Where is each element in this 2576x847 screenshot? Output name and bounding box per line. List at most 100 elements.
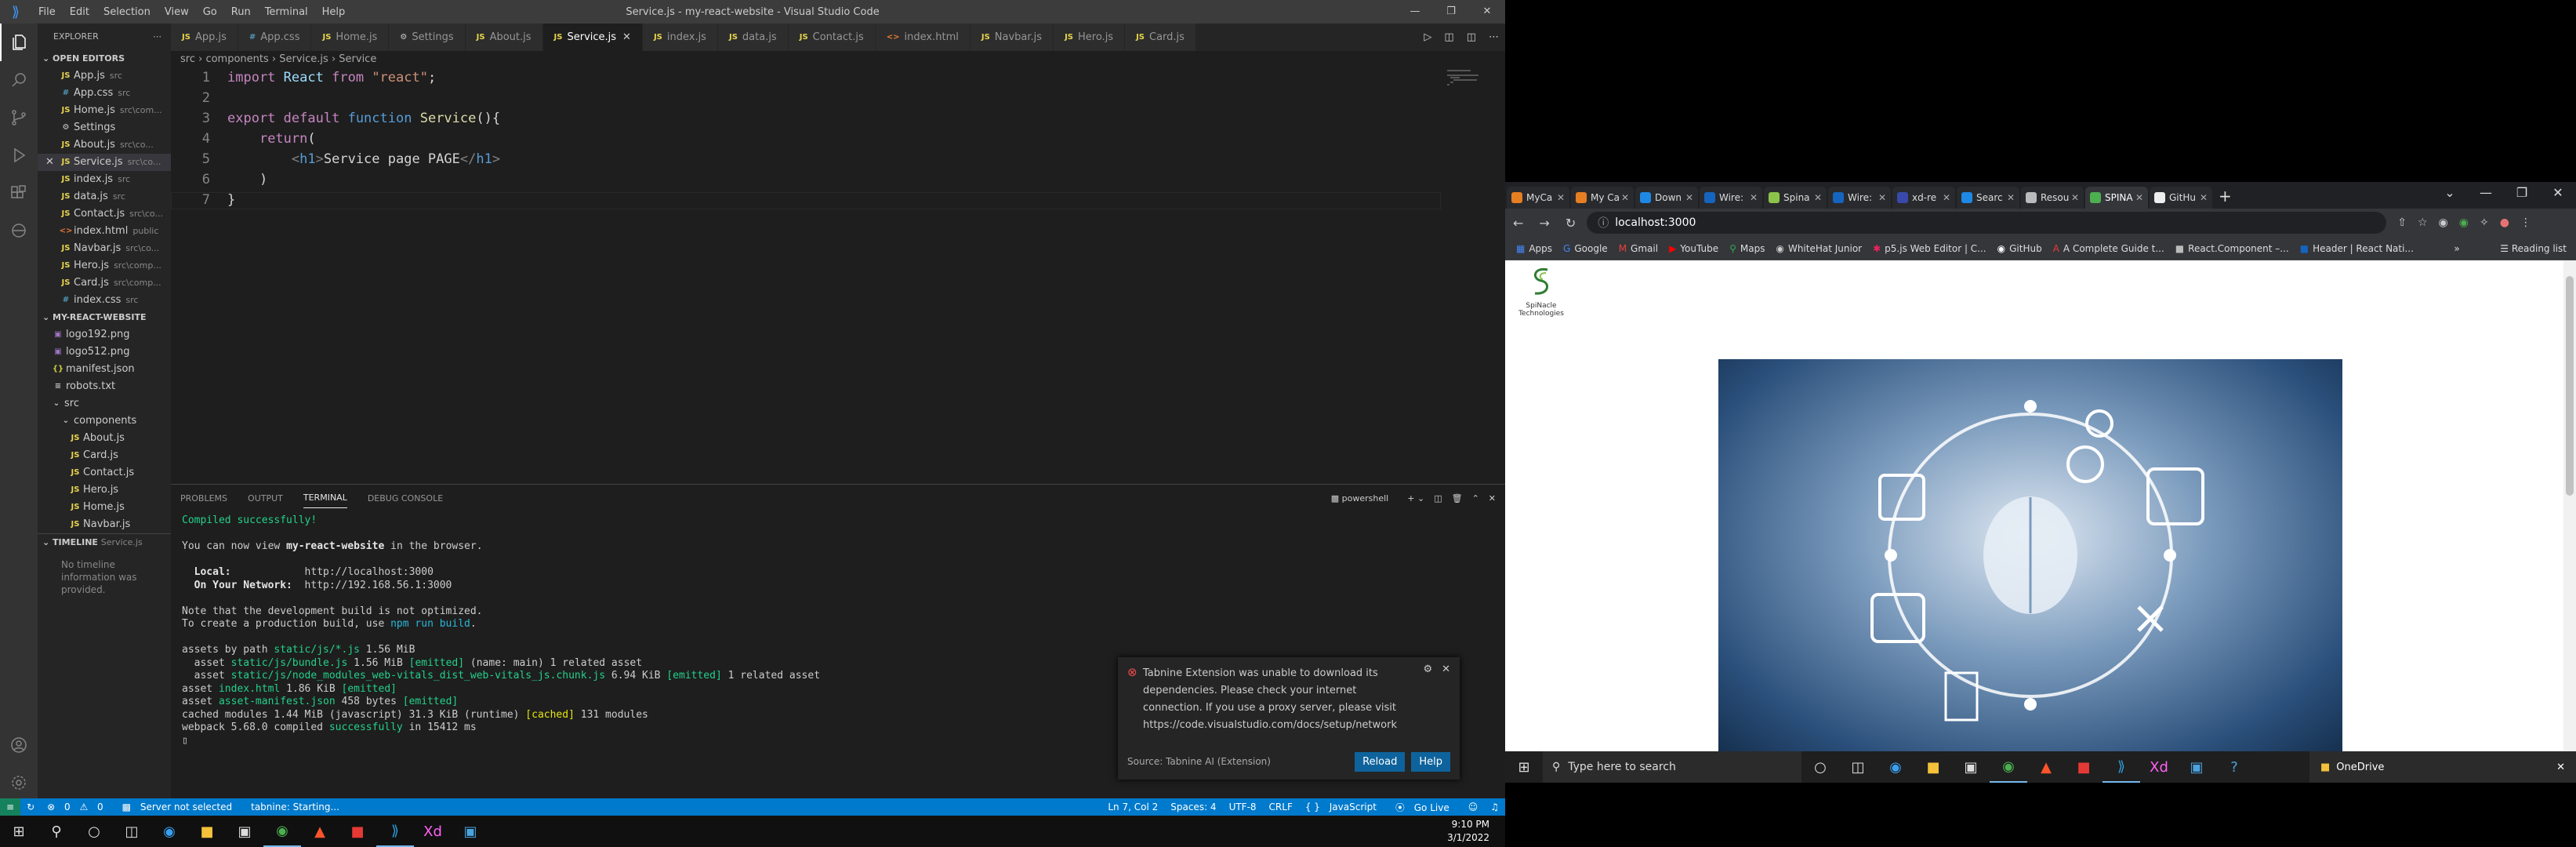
bookmark-item[interactable]: ✱ p5.js Web Editor | C... (1873, 243, 1986, 254)
store-icon[interactable]: ▣ (226, 816, 263, 847)
tab-home-js[interactable]: JS Home.js (311, 24, 390, 51)
close-icon[interactable]: ✕ (1442, 663, 1450, 675)
open-editor-item[interactable]: # index.css src (38, 292, 171, 309)
browser-tab[interactable]: Searc ✕ (1957, 187, 2019, 209)
browser-tab[interactable]: SPINA ✕ (2085, 187, 2148, 209)
bookmark-item[interactable]: ⚲ Maps (1729, 243, 1765, 254)
photos-icon[interactable]: ▣ (452, 816, 489, 847)
tab-search-icon[interactable]: ⌄ (2432, 182, 2468, 204)
reload-icon[interactable]: ↻ (1566, 216, 1576, 231)
explorer-icon[interactable] (0, 24, 38, 61)
open-editor-item[interactable]: JS index.js src (38, 171, 171, 188)
back-icon[interactable]: ← (1513, 216, 1523, 231)
tab-debug-console[interactable]: DEBUG CONSOLE (368, 489, 443, 508)
adobe-xd-icon[interactable]: Xd (414, 816, 452, 847)
manage-gear-icon[interactable] (0, 764, 38, 802)
more-actions-icon[interactable]: ⋯ (153, 24, 161, 50)
menu-item-terminal[interactable]: Terminal (265, 6, 308, 18)
account-icon[interactable] (0, 726, 38, 764)
problems-indicator[interactable]: ⊗ 0 ⚠ 0 (47, 802, 110, 812)
close-icon[interactable]: ✕ (45, 154, 58, 171)
vscode-taskbar-icon[interactable]: ⟫ (2103, 751, 2140, 783)
open-editor-item[interactable]: <> index.html public (38, 223, 171, 240)
close-icon[interactable]: ✕ (1621, 192, 1629, 203)
breadcrumb-item[interactable]: src (180, 53, 195, 65)
close-icon[interactable]: ✕ (2007, 192, 2015, 203)
open-editor-item[interactable]: JS Card.js src\comp... (38, 274, 171, 292)
run-debug-icon[interactable] (0, 136, 38, 174)
task-view-icon[interactable]: ◫ (113, 816, 151, 847)
close-icon[interactable]: ✕ (1685, 192, 1693, 203)
open-editor-item[interactable]: JS Contact.js src\co... (38, 205, 171, 223)
tab-app-css[interactable]: # App.css (238, 24, 312, 51)
tab-data-js[interactable]: JS data.js (717, 24, 789, 51)
open-editor-item[interactable]: JS About.js src\co... (38, 136, 171, 154)
sync-icon[interactable]: ↻ (27, 802, 34, 812)
browser-tab[interactable]: GitHu ✕ (2150, 187, 2212, 209)
file-explorer-icon[interactable]: ■ (188, 816, 226, 847)
tab-index-html[interactable]: <> index.html (875, 24, 971, 51)
new-tab-icon[interactable]: + (2219, 187, 2232, 205)
open-editors-section[interactable]: ⌄ OPEN EDITORS (38, 50, 171, 67)
split-terminal-icon[interactable]: ◫ (1434, 489, 1442, 508)
bookmark-item[interactable]: ■ Header | React Nati... (2300, 243, 2414, 254)
menu-item-file[interactable]: File (38, 6, 56, 18)
timeline-section[interactable]: ⌄ TIMELINE Service.js (38, 533, 171, 551)
file-item[interactable]: JS About.js (38, 430, 171, 447)
server-status[interactable]: ▩ Server not selected (122, 802, 238, 812)
cortana-icon[interactable]: ○ (1801, 751, 1839, 783)
new-terminal-icon[interactable]: + ⌄ (1407, 489, 1424, 508)
reading-list[interactable]: ☰ Reading list (2500, 243, 2567, 254)
edge-icon[interactable]: ◉ (1877, 751, 1914, 783)
split-editor-icon[interactable]: ◫ (1467, 31, 1476, 43)
taskbar-search-box[interactable]: ⚲ Type here to search (1543, 751, 1801, 783)
chrome-icon[interactable]: ◉ (1990, 751, 2027, 783)
feedback-icon[interactable]: ☺ (1468, 802, 1478, 812)
browser-tab[interactable]: xd-re ✕ (1892, 187, 1955, 209)
bookmark-item[interactable]: A A Complete Guide t... (2053, 243, 2164, 254)
browser-tab[interactable]: My Ca ✕ (1571, 187, 1634, 209)
brave-icon[interactable]: ▲ (2027, 751, 2065, 783)
help-button[interactable]: Help (1411, 752, 1450, 772)
open-editor-item[interactable]: JS Hero.js src\comp... (38, 257, 171, 274)
tab-index-js[interactable]: JS index.js (642, 24, 718, 51)
menu-item-view[interactable]: View (165, 6, 189, 18)
close-icon[interactable]: ✕ (1557, 192, 1565, 203)
close-icon[interactable]: ✕ (1750, 192, 1758, 203)
reload-button[interactable]: Reload (1355, 752, 1406, 772)
gear-icon[interactable]: ⚙ (1423, 663, 1432, 675)
open-editor-item[interactable]: JS Navbar.js src\co... (38, 240, 171, 257)
site-logo[interactable]: SpiNacle Technologies (1518, 265, 1565, 318)
onedrive-notification[interactable]: ■ OneDrive ✕ (2309, 751, 2576, 783)
search-icon[interactable] (0, 61, 38, 99)
browser-tab[interactable]: Spina ✕ (1764, 187, 1827, 209)
terminal-link[interactable]: http://localhost:3000 (305, 566, 434, 578)
open-editor-item[interactable]: ⚙ Settings (38, 119, 171, 136)
trash-icon[interactable]: 🗑 (1452, 489, 1463, 508)
notifications-bell-icon[interactable]: ♫ (1490, 802, 1499, 812)
file-item[interactable]: ▣ logo512.png (38, 344, 171, 361)
file-item[interactable]: JS Home.js (38, 499, 171, 516)
share-icon[interactable]: ⇧ (2397, 216, 2407, 229)
browser-tab[interactable]: Down ✕ (1635, 187, 1698, 209)
photos-icon[interactable]: ▣ (2178, 751, 2215, 783)
bookmark-item[interactable]: G Google (1563, 243, 1608, 254)
src-folder[interactable]: ⌄ src (38, 395, 171, 413)
search-icon[interactable]: ⚲ (38, 816, 75, 847)
store-icon[interactable]: ▣ (1952, 751, 1990, 783)
bookmark-item[interactable]: ▦ Apps (1516, 243, 1552, 254)
bookmark-item[interactable]: ◉ WhiteHat Junior (1776, 243, 1862, 254)
scrollbar-thumb[interactable] (2566, 276, 2574, 496)
file-item[interactable]: JS Card.js (38, 447, 171, 464)
forward-icon[interactable]: → (1539, 216, 1549, 231)
menu-item-go[interactable]: Go (203, 6, 217, 18)
cursor-position[interactable]: Ln 7, Col 2 (1108, 802, 1158, 812)
extensions-icon[interactable] (0, 174, 38, 212)
browser-tab[interactable]: MyCa ✕ (1507, 187, 1569, 209)
help-icon[interactable]: ? (2215, 751, 2253, 783)
close-icon[interactable]: ✕ (2200, 192, 2208, 203)
breadcrumb-item[interactable]: Service (339, 53, 376, 65)
indentation[interactable]: Spaces: 4 (1170, 802, 1216, 812)
office-icon[interactable]: ■ (339, 816, 376, 847)
tab-terminal[interactable]: TERMINAL (303, 488, 347, 508)
